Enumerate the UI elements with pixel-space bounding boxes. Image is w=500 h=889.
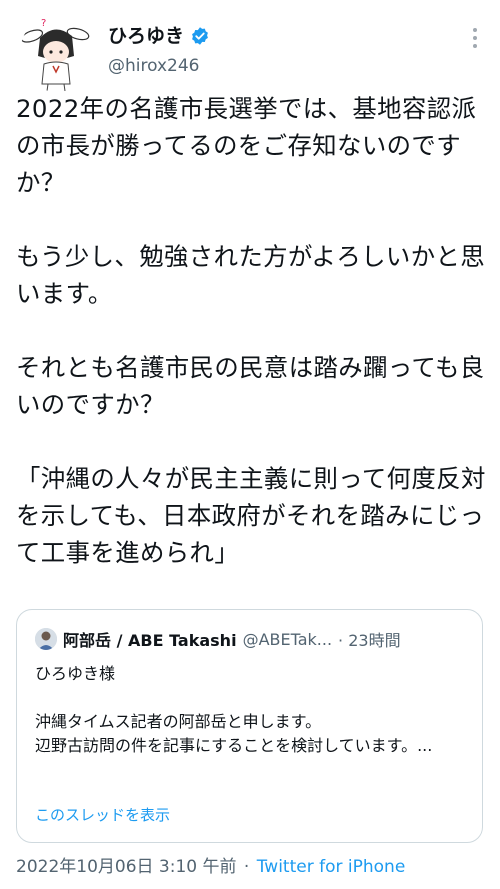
show-thread-link[interactable]: このスレッドを表示 <box>35 804 170 825</box>
avatar[interactable]: ? <box>20 14 94 92</box>
user-name-row[interactable]: ひろゆき <box>108 24 210 48</box>
verified-badge-icon <box>190 26 210 46</box>
quote-time: · 23時間 <box>338 631 401 650</box>
quoted-tweet[interactable]: 阿部岳 / ABE Takashi @ABETak... · 23時間 ひろゆき… <box>16 609 483 843</box>
tweet-timestamp[interactable]: 2022年10月06日 3:10 午前 <box>16 857 237 877</box>
quote-avatar[interactable] <box>35 628 57 650</box>
user-handle[interactable]: @hirox246 <box>108 56 200 76</box>
tweet-header: ? ひろゆき @hirox246 <box>0 0 500 95</box>
svg-text:?: ? <box>41 18 46 29</box>
quote-author-handle: @ABETak... <box>242 629 333 649</box>
quote-author-name: 阿部岳 / ABE Takashi <box>63 631 237 650</box>
tweet-text: 2022年の名護市長選挙では、基地容認派の市長が勝ってるのをご存知ないのですか？… <box>16 94 486 567</box>
more-options-icon[interactable] <box>468 26 482 50</box>
user-name[interactable]: ひろゆき <box>108 24 184 48</box>
tweet-footer: 2022年10月06日 3:10 午前 · Twitter for iPhone <box>16 852 405 877</box>
quote-text: ひろゆき様 沖縄タイムス記者の阿部岳と申します。 辺野古訪問の件を記事にすること… <box>35 664 433 755</box>
quoted-tweet-header: 阿部岳 / ABE Takashi @ABETak... · 23時間 <box>35 627 401 651</box>
tweet-source-link[interactable]: Twitter for iPhone <box>257 857 406 877</box>
footer-separator: · <box>243 857 250 877</box>
